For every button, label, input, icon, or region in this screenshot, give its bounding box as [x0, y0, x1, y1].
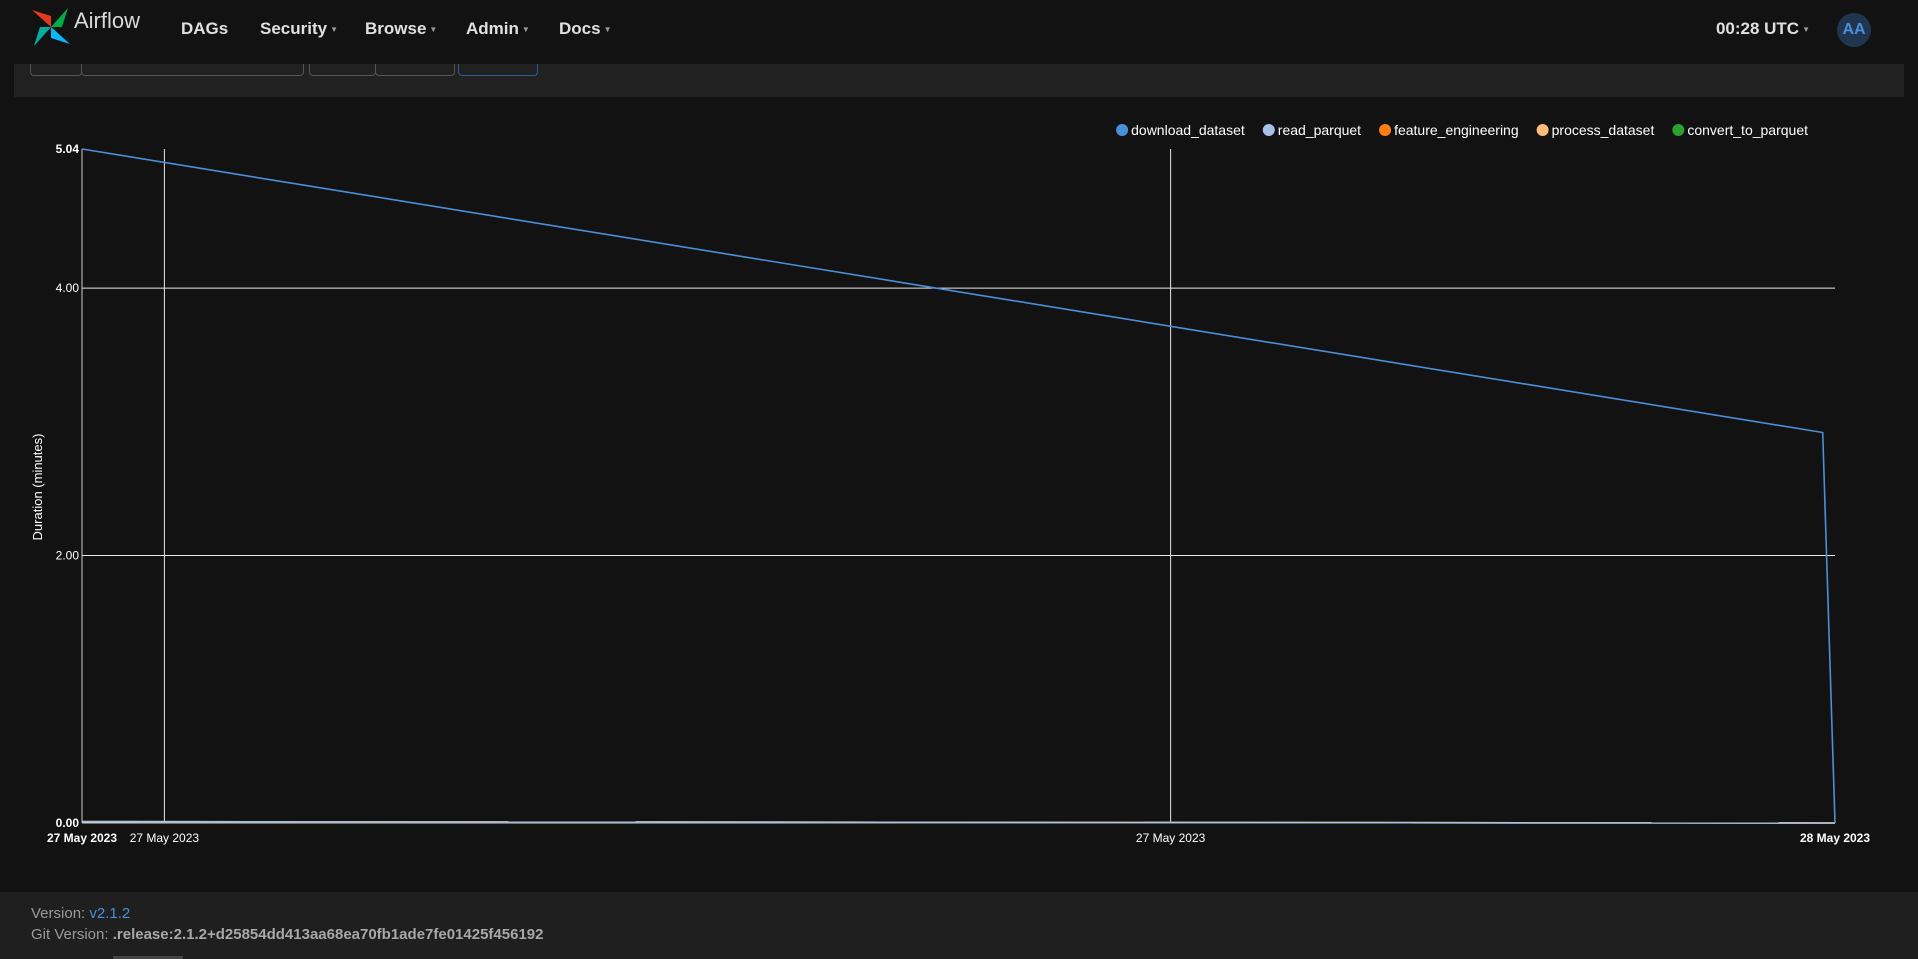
legend-swatch — [1262, 124, 1275, 136]
chevron-down-icon: ▼ — [429, 25, 438, 35]
legend-item-convert_to_parquet[interactable]: convert_to_parquet — [1672, 122, 1808, 138]
version-link[interactable]: v2.1.2 — [89, 905, 130, 922]
y-tick-label: 4.00 — [56, 281, 80, 295]
y-tick-label: 5.04 — [56, 142, 80, 156]
legend-item-download_dataset[interactable]: download_dataset — [1116, 122, 1245, 138]
y-tick-label: 0.00 — [56, 816, 80, 830]
x-tick-label: 27 May 2023 — [130, 831, 200, 845]
airflow-logo-link[interactable]: Airflow — [30, 6, 140, 48]
legend-item-process_dataset[interactable]: process_dataset — [1536, 122, 1655, 138]
nav-admin[interactable]: Admin ▼ — [466, 19, 530, 39]
x-tick-label: 28 May 2023 — [1800, 831, 1870, 845]
series-line-download_dataset — [81, 148, 1836, 824]
nav-browse[interactable]: Browse ▼ — [365, 19, 437, 39]
legend-swatch — [1672, 124, 1685, 136]
filter-form-bar — [14, 54, 1904, 97]
chevron-down-icon: ▼ — [603, 25, 612, 35]
version-line: Version: v2.1.2 — [31, 905, 130, 922]
nav-docs[interactable]: Docs ▼ — [559, 19, 612, 39]
x-tick-label: 27 May 2023 — [47, 831, 117, 845]
legend-label: download_dataset — [1131, 122, 1245, 138]
duration-chart: 0.00 2.00 4.00 5.04 27 May 2023 27 May 2023 27… — [30, 122, 1870, 845]
legend-label: feature_engineering — [1394, 122, 1519, 138]
grid-lines — [82, 149, 1835, 823]
clock-label: 00:28 UTC — [1715, 19, 1800, 38]
nav-docs-label: Docs — [559, 19, 601, 38]
series-lines — [81, 148, 1836, 824]
nav-admin-label: Admin — [466, 19, 519, 38]
chevron-down-icon: ▼ — [330, 25, 339, 35]
axes: 0.00 2.00 4.00 5.04 27 May 2023 27 May 2023 27… — [47, 142, 1870, 845]
chart-legend: convert_to_parquet process_dataset feature… — [1116, 122, 1808, 138]
nav-dags-label: DAGs — [181, 19, 229, 38]
airflow-pinwheel-icon — [32, 8, 70, 46]
nav-dags[interactable]: DAGs — [181, 19, 228, 39]
nav-security-label: Security — [260, 19, 328, 38]
git-version-label: Git Version: — [31, 926, 109, 943]
version-label: Version: — [31, 905, 86, 922]
y-tick-label: 2.00 — [56, 549, 80, 563]
top-navbar: Airflow DAGs Security ▼ Browse ▼ Admin ▼ Do… — [0, 0, 1918, 64]
brand-name: Airflow — [74, 8, 141, 33]
legend-label: read_parquet — [1278, 122, 1361, 138]
legend-swatch — [1116, 124, 1129, 136]
legend-label: convert_to_parquet — [1687, 122, 1808, 138]
y-axis-label: Duration (minutes) — [30, 434, 45, 541]
utc-clock-dropdown[interactable]: 00:28 UTC ▼ — [1716, 19, 1810, 39]
git-version-line: Git Version: .release:2.1.2+d25854dd413a… — [31, 926, 543, 943]
chevron-down-icon: ▼ — [1802, 25, 1810, 35]
nav-security[interactable]: Security ▼ — [260, 19, 338, 39]
legend-label: process_dataset — [1552, 122, 1655, 138]
git-version-value: .release:2.1.2+d25854dd413aa68ea70fb1ade… — [112, 926, 544, 943]
page-footer: Version: v2.1.2 Git Version: .release:2.… — [0, 892, 1918, 959]
chevron-down-icon: ▼ — [521, 25, 530, 35]
legend-item-feature_engineering[interactable]: feature_engineering — [1379, 122, 1519, 138]
user-avatar[interactable]: AA — [1837, 13, 1871, 47]
legend-swatch — [1536, 124, 1549, 136]
nav-browse-label: Browse — [365, 19, 427, 38]
x-tick-label: 27 May 2023 — [1136, 831, 1206, 845]
legend-item-read_parquet[interactable]: read_parquet — [1262, 122, 1361, 138]
legend-swatch — [1379, 124, 1392, 136]
